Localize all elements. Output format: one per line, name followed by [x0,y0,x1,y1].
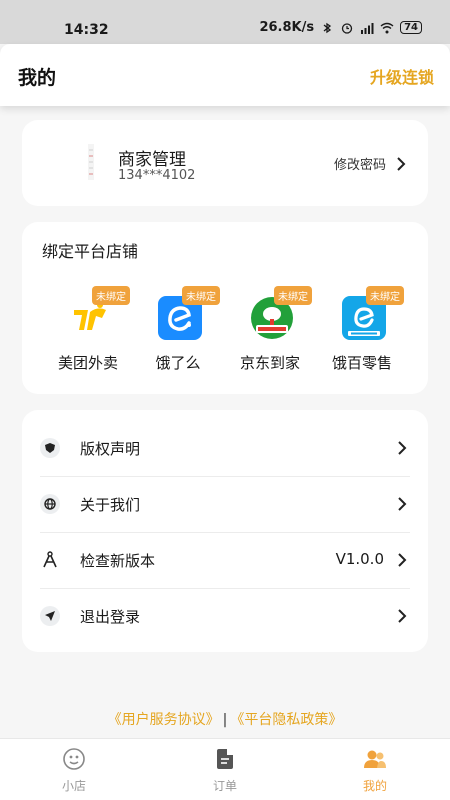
page-title: 我的 [18,67,57,89]
tab-mine[interactable]: 我的 [335,747,415,797]
platform-item-meituan[interactable]: 未绑定 美团外卖 [48,286,130,378]
agreements-separator: | [222,712,228,728]
menu-item-label: 检查新版本 [80,552,156,570]
wifi-icon [380,22,394,33]
status-bar: 14:32 26.8K/s 74 [0,0,450,44]
platform-item-ebai-retail[interactable]: 未绑定 饿百零售 [322,286,404,378]
bluetooth-icon [323,22,332,33]
status-indicators: 26.8K/s 74 [259,20,422,35]
menu-item-label: 版权声明 [80,440,141,458]
agreements-links: 《用户服务协议》 | 《平台隐私政策》 [0,709,450,729]
platform-label: 美团外卖 [57,354,118,372]
shield-icon [40,438,60,458]
unbound-badge: 未绑定 [366,286,404,305]
network-speed: 26.8K/s [259,20,315,35]
platform-section-title: 绑定平台店铺 [42,242,139,261]
tab-label: 我的 [362,779,387,793]
unbound-badge: 未绑定 [274,286,312,305]
status-time: 14:32 [64,22,109,38]
privacy-policy-link[interactable]: 《平台隐私政策》 [230,712,342,728]
upgrade-chain-button[interactable]: 升级连锁 [370,64,434,88]
platform-binding-card: 绑定平台店铺 未绑定 美团外卖 未绑定 饿了么 未绑定 京东到家 未绑定 饿百零… [22,222,428,394]
menu-item-check-update[interactable]: 检查新版本 V1.0.0 [40,532,410,588]
merchant-card[interactable]: 商家管理 134***4102 修改密码 [22,120,428,206]
platform-item-jd-daojia[interactable]: 未绑定 京东到家 [230,286,312,378]
tab-orders[interactable]: 订单 [185,747,265,797]
chevron-right-icon [398,441,407,455]
store-icon [63,748,85,770]
menu-item-about-us[interactable]: 关于我们 [40,476,410,532]
signal-icon [361,22,374,34]
send-icon [40,606,60,626]
merchant-name: 商家管理 [118,150,186,170]
platform-label: 京东到家 [239,354,300,372]
battery-indicator: 74 [400,21,422,34]
tab-store[interactable]: 小店 [34,747,114,797]
chevron-right-icon [398,497,407,511]
unbound-badge: 未绑定 [92,286,130,305]
change-password-link[interactable]: 修改密码 [334,154,406,173]
version-value: V1.0.0 [335,550,384,568]
platform-item-eleme[interactable]: 未绑定 饿了么 [138,286,220,378]
app-header: 我的 升级连锁 [0,44,450,106]
settings-menu-card: 版权声明 关于我们 检查新版本 V1.0.0 退出登录 [22,410,428,652]
user-agreement-link[interactable]: 《用户服务协议》 [108,712,220,728]
platform-label: 饿了么 [155,354,201,372]
unbound-badge: 未绑定 [182,286,220,305]
chevron-right-icon [398,609,407,623]
merchant-phone: 134***4102 [118,168,196,183]
change-password-label: 修改密码 [333,158,386,173]
merchant-logo [88,144,94,180]
alarm-icon [341,22,353,34]
globe-icon [40,494,60,514]
user-icon [364,750,386,768]
menu-item-label: 关于我们 [80,496,141,514]
menu-item-label: 退出登录 [80,608,141,626]
tab-label: 订单 [212,779,237,793]
menu-item-copyright[interactable]: 版权声明 [40,420,410,476]
tab-label: 小店 [61,779,86,793]
compass-icon [40,550,60,570]
platform-label: 饿百零售 [331,354,392,372]
chevron-right-icon [397,156,406,171]
chevron-right-icon [398,553,407,567]
menu-item-logout[interactable]: 退出登录 [40,588,410,644]
order-icon [217,749,233,769]
bottom-tab-bar: 小店 订单 我的 [0,738,450,800]
